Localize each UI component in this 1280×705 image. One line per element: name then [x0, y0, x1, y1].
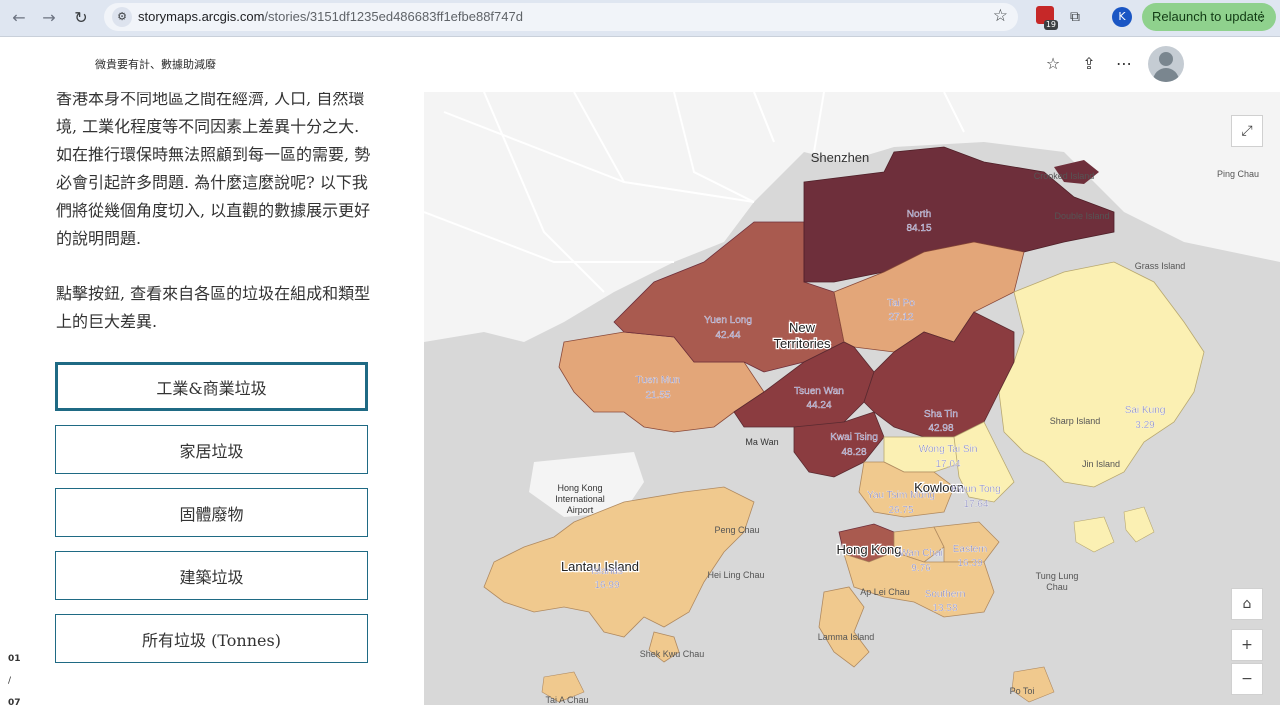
islet-sai-kung-b	[1123, 506, 1155, 543]
district-value-eastern: 16.39	[957, 558, 982, 569]
district-value-tuen-mun: 21.55	[645, 390, 670, 401]
district-name-sha-tin: Sha Tin	[924, 409, 958, 420]
district-value-sai-kung: 3.29	[1135, 420, 1155, 431]
pager-current: 01	[8, 654, 21, 664]
reload-icon[interactable]: ↻	[68, 5, 94, 31]
url-path: /stories/3151df1235ed486683ff1efbe88f747…	[264, 9, 523, 24]
story-header: 微貴要有計、數據助減廢 ☆ ⇪ ⋯	[0, 37, 1280, 93]
extension-badge-count: 19	[1043, 20, 1058, 30]
district-name-yuen-long: Yuen Long	[704, 315, 752, 326]
bookmark-star-icon[interactable]: ☆	[993, 6, 1008, 26]
category-button-household[interactable]: 家居垃圾	[55, 425, 368, 474]
extensions-puzzle-icon[interactable]: ⧉	[1064, 6, 1086, 28]
relaunch-label: Relaunch to update	[1152, 9, 1265, 24]
label-tung-lung-1: Tung Lung	[1036, 571, 1079, 581]
district-value-kwun-tong: 17.64	[963, 499, 988, 510]
district-name-kwun-tong: Kwun Tong	[951, 484, 1000, 495]
intro-paragraph: 香港本身不同地區之間在經濟, 人口, 自然環境, 工業化程度等不同因素上差異十分…	[56, 92, 371, 248]
district-value-kwai-tsing: 48.28	[841, 447, 866, 458]
label-peng-chau: Peng Chau	[714, 525, 759, 535]
district-value-wong-tai-sin: 17.04	[935, 459, 960, 470]
url-text[interactable]: storymaps.arcgis.com/stories/3151df1235e…	[138, 9, 523, 24]
forward-arrow-icon[interactable]: →	[36, 5, 62, 31]
zoom-in-button[interactable]: +	[1231, 629, 1263, 661]
more-options-icon[interactable]: ⋯	[1113, 53, 1135, 75]
district-name-eastern: Eastern	[953, 544, 987, 555]
category-button-all-waste[interactable]: 所有垃圾 (Tonnes)	[55, 614, 368, 663]
district-value-tai-po: 27.12	[888, 312, 913, 323]
district-value-yuen-long: 42.44	[715, 330, 740, 341]
label-hong-kong: Hong Kong	[836, 542, 901, 557]
story-title[interactable]: 微貴要有計、數據助減廢	[95, 56, 216, 72]
label-hk-intl-1: Hong Kong	[557, 483, 602, 493]
district-name-tuen-mun: Tuen Mun	[636, 375, 681, 386]
district-value-sha-tin: 42.98	[928, 423, 953, 434]
label-lamma-island: Lamma Island	[818, 632, 875, 642]
favorite-star-icon[interactable]: ☆	[1042, 53, 1064, 75]
islet-po-toi	[1011, 666, 1055, 703]
district-name-sai-kung: Sai Kung	[1125, 405, 1166, 416]
address-bar[interactable]: ⚙ storymaps.arcgis.com/stories/3151df123…	[104, 3, 1018, 31]
browser-toolbar: ← → ↻ ⚙ storymaps.arcgis.com/stories/315…	[0, 0, 1280, 37]
label-po-toi: Po Toi	[1010, 686, 1035, 696]
pager-separator: /	[8, 676, 12, 686]
district-sai-kung[interactable]	[998, 261, 1205, 488]
district-name-southern: Southern	[925, 589, 966, 600]
label-new: New	[789, 320, 816, 335]
label-tai-a-chau: Tai A Chau	[545, 695, 588, 705]
more-vert-icon: ⋮	[1255, 9, 1268, 24]
district-name-tai-po: Tai Po	[887, 298, 915, 309]
home-icon[interactable]: ⌂	[1231, 588, 1263, 620]
label-tung-lung-2: Chau	[1046, 582, 1068, 592]
district-name-wan-chai: Wan Chai	[899, 548, 943, 559]
expand-icon[interactable]: ⤢	[1231, 115, 1263, 147]
district-islands-lamma[interactable]	[818, 586, 870, 668]
district-value-tsuen-wan: 44.24	[806, 400, 831, 411]
district-eastern[interactable]	[933, 521, 1000, 563]
label-territories: Territories	[773, 336, 831, 351]
site-info-icon[interactable]: ⚙	[112, 7, 132, 27]
label-double-island: Double Island	[1054, 211, 1109, 221]
category-button-construction[interactable]: 建築垃圾	[55, 551, 368, 600]
pager-total: 07	[8, 698, 21, 705]
district-name-north: North	[907, 209, 931, 220]
label-ping-chau: Ping Chau	[1217, 169, 1259, 179]
instruction-paragraph: 點擊按鈕, 查看來自各區的垃圾在組成和類型上的巨大差異.	[56, 284, 371, 331]
label-shek-kwu-chau: Shek Kwu Chau	[640, 649, 705, 659]
district-name-islands: Islands	[591, 566, 623, 577]
district-name-wong-tai-sin: Wong Tai Sin	[919, 444, 978, 455]
label-ma-wan: Ma Wan	[745, 437, 778, 447]
district-value-southern: 13.58	[932, 603, 957, 614]
label-hei-ling-chau: Hei Ling Chau	[707, 570, 764, 580]
label-crooked-island: Crooked Island	[1034, 171, 1095, 181]
user-avatar[interactable]	[1148, 46, 1184, 82]
category-button-industrial-commercial[interactable]: 工業&商業垃圾	[55, 362, 368, 411]
narrative-panel: 香港本身不同地區之間在經濟, 人口, 自然環境, 工業化程度等不同因素上差異十分…	[0, 92, 424, 705]
district-value-north: 84.15	[906, 223, 931, 234]
district-value-islands: 16.99	[594, 580, 619, 591]
district-value-wan-chai: 9.76	[911, 563, 931, 574]
zoom-out-button[interactable]: −	[1231, 663, 1263, 695]
label-jin-island: Jin Island	[1082, 459, 1120, 469]
district-name-tsuen-wan: Tsuen Wan	[794, 386, 844, 397]
label-hk-intl-2: International	[555, 494, 605, 504]
label-sharp-island: Sharp Island	[1050, 416, 1101, 426]
category-button-solid-waste[interactable]: 固體廢物	[55, 488, 368, 537]
url-host: storymaps.arcgis.com	[138, 9, 265, 24]
district-name-yau-tsim-mong: Yau Tsim Mong	[867, 490, 935, 501]
label-ap-lei-chau: Ap Lei Chau	[860, 587, 910, 597]
district-value-yau-tsim-mong: 26.75	[888, 505, 913, 516]
islet-sai-kung-a	[1073, 516, 1115, 553]
profile-avatar[interactable]: K	[1112, 7, 1132, 27]
map-canvas[interactable]: Shenzhen New Territories Kowloon Hong Ko…	[424, 92, 1280, 705]
choropleth-map[interactable]: Shenzhen New Territories Kowloon Hong Ko…	[424, 92, 1280, 705]
back-arrow-icon[interactable]: ←	[6, 5, 32, 31]
district-name-kwai-tsing: Kwai Tsing	[830, 432, 878, 443]
relaunch-button[interactable]: Relaunch to update ⋮	[1142, 3, 1276, 31]
label-grass-island: Grass Island	[1135, 261, 1186, 271]
share-icon[interactable]: ⇪	[1078, 53, 1100, 75]
label-hk-intl-3: Airport	[567, 505, 594, 515]
extension-icon[interactable]: 19	[1036, 6, 1058, 30]
label-shenzhen: Shenzhen	[811, 150, 870, 165]
